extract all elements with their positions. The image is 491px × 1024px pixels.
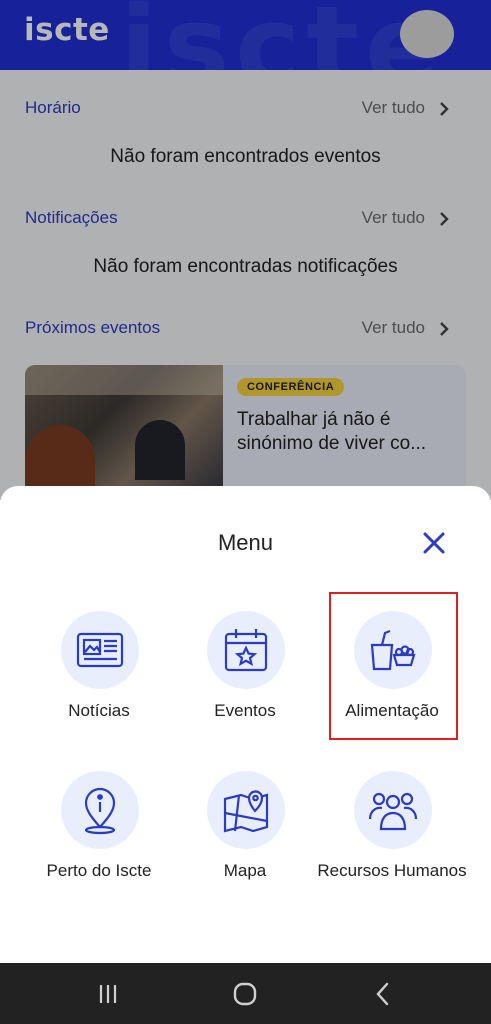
recent-apps-icon[interactable]	[93, 979, 123, 1009]
menu-item-label: Recursos Humanos	[317, 861, 467, 880]
home-icon[interactable]	[230, 979, 260, 1009]
system-navigation-bar	[0, 963, 491, 1024]
menu-item-perto-do-iscte[interactable]: Perto do Iscte	[24, 771, 174, 911]
newspaper-icon	[61, 611, 139, 689]
map-icon	[207, 771, 285, 849]
menu-title: Menu	[217, 530, 274, 555]
menu-item-label: Notícias	[68, 701, 130, 720]
menu-item-label: Mapa	[223, 861, 267, 880]
highlight-box	[329, 592, 458, 740]
location-pin-icon	[61, 771, 139, 849]
overlay-scrim[interactable]	[0, 0, 491, 500]
menu-item-noticias[interactable]: Notícias	[24, 611, 174, 751]
close-icon[interactable]	[421, 530, 447, 556]
calendar-star-icon	[207, 611, 285, 689]
menu-item-recursos-humanos[interactable]: Recursos Humanos	[317, 771, 467, 911]
back-icon[interactable]	[368, 979, 398, 1009]
menu-item-label: Perto do Iscte	[46, 861, 152, 880]
menu-item-mapa[interactable]: Mapa	[170, 771, 320, 911]
menu-item-eventos[interactable]: Eventos	[170, 611, 320, 751]
menu-item-label: Eventos	[214, 701, 276, 720]
people-icon	[354, 771, 432, 849]
